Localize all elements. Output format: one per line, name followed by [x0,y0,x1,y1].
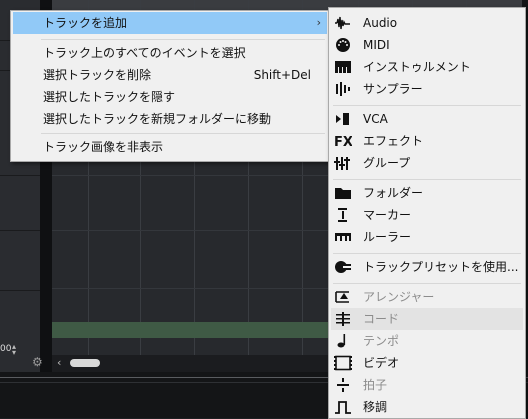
chord-icon [336,312,350,326]
menu-item-label: トラック画像を非表示 [43,140,164,154]
track-context-menu: トラックを追加 › トラック上のすべてのイベントを選択 選択トラックを削除 Sh… [10,10,330,162]
menu-separator [333,179,521,180]
track-divider [0,230,40,231]
submenu-item-folder[interactable]: フォルダー [331,182,523,204]
menu-item-label: トラックを追加 [43,16,128,30]
submenu-item-instrument[interactable]: インストゥルメント [331,56,523,78]
submenu-item-label: トラックプリセットを使用... [363,260,519,274]
menu-item-hide-selected-tracks[interactable]: 選択したトラックを隠す [13,86,327,108]
folder-icon [335,188,351,199]
fx-icon: FX [334,135,352,149]
submenu-item-track-preset[interactable]: トラックプリセットを使用... [331,256,523,278]
submenu-item-transpose[interactable]: 移調 [331,396,523,418]
submenu-item-chord[interactable]: コード [331,308,523,330]
scrollbar-thumb[interactable] [70,359,100,367]
menu-separator [41,39,325,40]
menu-item-shortcut: Shift+Del [253,68,311,82]
submenu-arrow-icon: › [316,16,321,29]
track-divider [0,290,40,291]
add-track-submenu: Audio MIDI インストゥルメント サンプラー VCA FX エフェクト … [328,7,526,419]
menu-item-label: 選択したトラックを新規フォルダーに移動 [43,112,272,126]
menu-item-label: 選択トラックを削除 [43,68,152,82]
submenu-item-label: コード [363,312,400,326]
keyboard-icon [335,61,351,73]
svg-text:FX: FX [334,135,352,149]
submenu-item-tempo[interactable]: テンポ [331,330,523,352]
submenu-item-label: ルーラー [363,230,412,244]
menu-item-select-all-events[interactable]: トラック上のすべてのイベントを選択 [13,42,327,64]
marker-icon [338,208,347,222]
submenu-item-label: アレンジャー [363,290,435,304]
submenu-item-label: マーカー [363,208,412,222]
menu-item-remove-selected-tracks[interactable]: 選択トラックを削除 Shift+Del [13,64,327,86]
submenu-item-label: ビデオ [363,356,400,370]
submenu-item-label: 拍子 [363,378,388,392]
vca-fader-icon [336,113,349,125]
submenu-item-audio[interactable]: Audio [331,12,523,34]
submenu-item-video[interactable]: ビデオ [331,352,523,374]
submenu-item-group[interactable]: グループ [331,152,523,174]
submenu-item-label: エフェクト [363,134,424,148]
submenu-item-label: Audio [363,16,398,30]
midi-connector-icon [336,38,350,52]
menu-item-label: 選択したトラックを隠す [43,90,176,104]
video-film-icon [334,355,352,371]
scroll-left-icon[interactable]: ‹ [57,356,61,369]
submenu-item-label: フォルダー [363,186,424,200]
track-divider [0,175,40,176]
transpose-icon [335,401,351,414]
signature-icon [337,378,349,392]
zoom-spin-icon[interactable]: ▴ ▾ [12,343,16,357]
menu-separator [333,283,521,284]
submenu-item-midi[interactable]: MIDI [331,34,523,56]
submenu-item-marker[interactable]: マーカー [331,204,523,226]
track-preset-icon [335,261,351,273]
sampler-icon [336,82,350,96]
menu-separator [333,253,521,254]
submenu-item-label: VCA [363,112,388,126]
submenu-item-label: テンポ [363,334,400,348]
menu-item-hide-track-pictures[interactable]: トラック画像を非表示 [13,136,327,158]
zoom-value[interactable]: 00 [0,342,22,356]
audio-waveform-icon [335,16,350,30]
menu-separator [333,105,521,106]
group-faders-icon [334,157,350,170]
submenu-item-signature[interactable]: 拍子 [331,374,523,396]
submenu-item-ruler[interactable]: ルーラー [331,226,523,248]
menu-item-move-to-new-folder[interactable]: 選択したトラックを新規フォルダーに移動 [13,108,327,130]
menu-separator [41,133,325,134]
submenu-item-label: MIDI [363,38,390,52]
menu-item-add-track[interactable]: トラックを追加 › [13,12,327,34]
submenu-item-label: サンプラー [363,82,423,96]
submenu-item-label: グループ [363,156,411,170]
menu-item-label: トラック上のすべてのイベントを選択 [43,46,246,60]
submenu-item-arranger[interactable]: アレンジャー [331,286,523,308]
submenu-item-vca[interactable]: VCA [331,108,523,130]
submenu-item-sampler[interactable]: サンプラー [331,78,523,100]
gear-icon[interactable]: ⚙ [32,355,43,369]
ruler-icon [335,233,351,241]
submenu-item-effect[interactable]: FX エフェクト [331,130,523,152]
arranger-icon [335,291,349,303]
tempo-note-icon [337,334,346,348]
submenu-item-label: 移調 [363,400,388,414]
submenu-item-label: インストゥルメント [363,60,471,74]
